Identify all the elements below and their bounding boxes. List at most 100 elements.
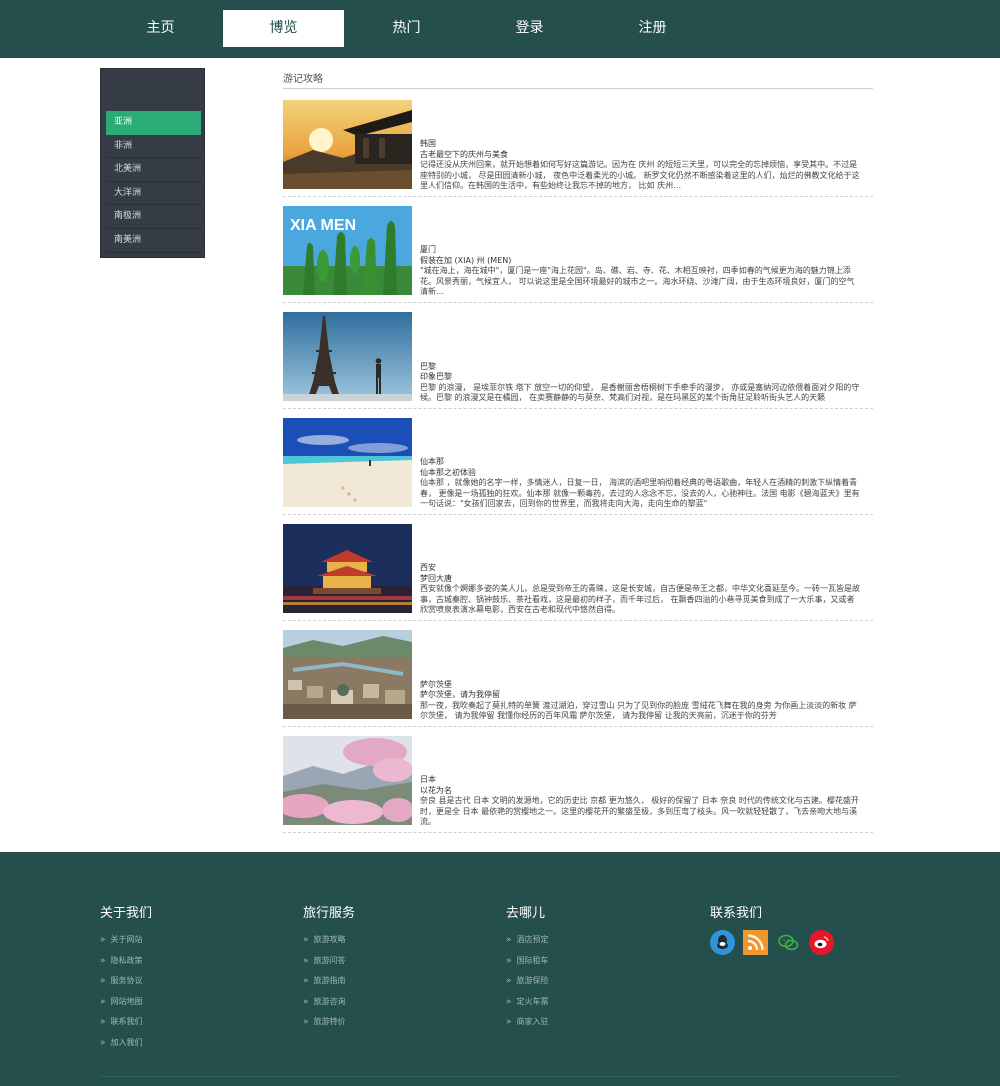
footer-link[interactable]: » 关于网站 — [100, 930, 152, 951]
double-chevron-right-icon: » — [100, 996, 106, 1007]
section-title: 游记攻略 — [283, 74, 323, 85]
sidebar-item-antarctica[interactable]: 南极洲 — [106, 205, 201, 229]
article-description: 奈良 县是古代 日本 文明的发源地，它的历史比 京都 更为悠久， 极好的保留了 … — [420, 796, 859, 827]
article-location: 西安 — [420, 563, 436, 573]
article-item[interactable]: 萨尔茨堡 萨尔茨堡，请为我停留 那一夜，我吹奏起了莫扎特的单簧 渡过湖泊，穿过雪… — [283, 630, 873, 727]
article-subtitle: 印象巴黎 — [420, 372, 452, 382]
article-description: 巴黎 的浪漫， 是埃菲尔铁 塔下 放空一切的仰望， 是香榭丽舍梧桐树下手牵手的漫… — [420, 382, 860, 403]
article-item[interactable]: 西安 梦回大唐 西安就像个婀娜多姿的美人儿，总是受到帝王的青睐，这是长安城，自古… — [283, 524, 873, 621]
article-subtitle: 古老最空下的庆州与美食 — [420, 149, 508, 159]
article-image-semporna[interactable] — [283, 418, 412, 507]
wechat-icon[interactable] — [776, 930, 801, 955]
nav-item-register[interactable]: 注册 — [592, 10, 713, 47]
nav-item-popular[interactable]: 热门 — [346, 10, 467, 47]
double-chevron-right-icon: » — [303, 996, 309, 1007]
footer-link[interactable]: » 加入我们 — [100, 1033, 152, 1054]
footer-column-contact: 联系我们 — [710, 902, 834, 955]
top-navigation: 主页 博览 热门 登录 注册 — [0, 0, 1000, 58]
continent-sidebar: 亚洲 非洲 北美洲 大洋洲 南极洲 南美洲 — [100, 68, 205, 258]
double-chevron-right-icon: » — [303, 955, 309, 966]
footer-column-title: 去哪儿 — [506, 906, 546, 921]
double-chevron-right-icon: » — [303, 1017, 309, 1027]
article-text: 西安 梦回大唐 西安就像个婀娜多姿的美人儿，总是受到帝王的青睐，这是长安城，自古… — [420, 563, 860, 616]
footer-column-title: 旅行服务 — [303, 906, 356, 921]
double-chevron-right-icon: » — [100, 955, 106, 966]
article-image-xian[interactable] — [283, 524, 412, 613]
sidebar-item-africa[interactable]: 非洲 — [106, 135, 201, 159]
double-chevron-right-icon: » — [506, 996, 512, 1007]
article-description: 那一夜，我吹奏起了莫扎特的单簧 渡过湖泊，穿过雪山 只为了见到你的脸庞 雪绒花飞… — [420, 700, 857, 721]
article-item[interactable]: 仙本那 仙本那之初体验 仙本那 ，就像她的名字一样，多情迷人，日复一日， 海滨的… — [283, 418, 873, 515]
article-image-salzburg[interactable] — [283, 630, 412, 719]
article-subtitle: 萨尔茨堡，请为我停留 — [420, 690, 500, 700]
article-subtitle: 假装在加 (XIA) 州 (MEN) — [420, 255, 512, 265]
footer-link[interactable]: » 旅游特价 — [303, 1012, 355, 1033]
footer-link[interactable]: » 旅游问答 — [303, 951, 355, 972]
nav-item-login[interactable]: 登录 — [469, 10, 590, 47]
sidebar-item-oceania[interactable]: 大洋洲 — [106, 182, 201, 206]
footer-link[interactable]: » 旅游攻略 — [303, 930, 355, 951]
article-description: 西安就像个婀娜多姿的美人儿，总是受到帝王的青睐，这是长安城，自古便是帝王之都，中… — [420, 584, 860, 615]
double-chevron-right-icon: » — [506, 976, 512, 986]
article-subtitle: 以花为名 — [420, 785, 452, 795]
article-text: 韩国 古老最空下的庆州与美食 记得还没从庆州回来，就开始想着如何写好这篇游记。因… — [420, 139, 860, 192]
double-chevron-right-icon: » — [100, 935, 106, 945]
article-location: 韩国 — [420, 139, 436, 149]
article-location: 日本 — [420, 775, 436, 785]
double-chevron-right-icon: » — [303, 935, 309, 945]
footer-link[interactable]: » 国际租车 — [506, 951, 549, 972]
double-chevron-right-icon: » — [303, 976, 309, 986]
article-item[interactable]: 巴黎 印象巴黎 巴黎 的浪漫， 是埃菲尔铁 塔下 放空一切的仰望， 是香榭丽舍梧… — [283, 312, 873, 409]
article-text: 仙本那 仙本那之初体验 仙本那 ，就像她的名字一样，多情迷人，日复一日， 海滨的… — [420, 457, 860, 510]
footer-link[interactable]: » 旅游保险 — [506, 971, 549, 992]
footer-column-title: 关于我们 — [100, 906, 153, 921]
article-item[interactable]: 日本 以花为名 奈良 县是古代 日本 文明的发源地，它的历史比 京都 更为悠久，… — [283, 736, 873, 833]
double-chevron-right-icon: » — [506, 1017, 512, 1027]
qq-icon[interactable] — [710, 930, 735, 955]
article-image-paris[interactable] — [283, 312, 412, 401]
footer-link[interactable]: » 网站地图 — [100, 992, 152, 1013]
article-text: 萨尔茨堡 萨尔茨堡，请为我停留 那一夜，我吹奏起了莫扎特的单簧 渡过湖泊，穿过雪… — [420, 680, 860, 722]
continent-list: 亚洲 非洲 北美洲 大洋洲 南极洲 南美洲 — [106, 111, 201, 253]
footer-link[interactable]: » 旅游指南 — [303, 971, 355, 992]
weibo-icon[interactable] — [809, 930, 834, 955]
article-subtitle: 仙本那之初体验 — [420, 467, 476, 477]
footer-link[interactable]: » 隐私政策 — [100, 951, 152, 972]
footer-link[interactable]: » 定火车票 — [506, 992, 549, 1013]
footer-column-destinations: 去哪儿 » 酒店预定 » 国际租车 » 旅游保险 » 定火车票 » 商家入驻 — [506, 902, 549, 1033]
footer-link[interactable]: » 酒店预定 — [506, 930, 549, 951]
article-description: "城在海上，海在城中"，厦门是一座"海上花园"。岛、礁、岩、寺、花、木相互映衬，… — [420, 266, 855, 297]
article-image-caption: XIA MEN — [290, 217, 356, 234]
article-item[interactable]: 韩国 古老最空下的庆州与美食 记得还没从庆州回来，就开始想着如何写好这篇游记。因… — [283, 100, 873, 197]
sidebar-item-asia[interactable]: 亚洲 — [106, 111, 201, 135]
sidebar-item-south-america[interactable]: 南美洲 — [106, 229, 201, 253]
site-footer: 关于我们 » 关于网站 » 隐私政策 » 服务协议 » 网站地图 » 联系我们 » 加入我们… — [0, 852, 1000, 1086]
article-image-xiamen[interactable]: XIA MEN — [283, 206, 412, 295]
footer-link[interactable]: » 联系我们 — [100, 1012, 152, 1033]
nav-item-browse[interactable]: 博览 — [223, 10, 344, 47]
nav-item-home[interactable]: 主页 — [100, 10, 221, 47]
footer-link[interactable]: » 商家入驻 — [506, 1012, 549, 1033]
double-chevron-right-icon: » — [100, 976, 106, 986]
footer-column-title: 联系我们 — [710, 906, 763, 921]
social-links — [710, 930, 834, 955]
double-chevron-right-icon: » — [100, 1037, 106, 1048]
footer-link[interactable]: » 服务协议 — [100, 971, 152, 992]
rss-icon[interactable] — [743, 930, 768, 955]
footer-link[interactable]: » 旅游咨询 — [303, 992, 355, 1013]
article-item[interactable]: XIA MEN 厦门 假装在加 (XIA) 州 (MEN) "城在海上，海在城中… — [283, 206, 873, 303]
double-chevron-right-icon: » — [506, 935, 512, 945]
article-location: 厦门 — [420, 245, 436, 255]
footer-column-services: 旅行服务 » 旅游攻略 » 旅游问答 » 旅游指南 » 旅游咨询 » 旅游特价 — [303, 902, 355, 1033]
article-location: 萨尔茨堡 — [420, 679, 452, 689]
article-description: 记得还没从庆州回来，就开始想着如何写好这篇游记。因为在 庆州 的短短三天里，可以… — [420, 160, 860, 191]
footer-column-about: 关于我们 » 关于网站 » 隐私政策 » 服务协议 » 网站地图 » 联系我们 » 加入我们 — [100, 902, 152, 1053]
article-subtitle: 梦回大唐 — [420, 573, 452, 583]
section-divider — [283, 88, 873, 89]
article-image-korea[interactable] — [283, 100, 412, 189]
article-description: 仙本那 ，就像她的名字一样，多情迷人，日复一日， 海滨的酒吧里响彻着经典的粤语歌… — [420, 478, 860, 509]
article-image-japan[interactable] — [283, 736, 412, 825]
article-location: 仙本那 — [420, 457, 444, 467]
sidebar-item-north-america[interactable]: 北美洲 — [106, 158, 201, 182]
double-chevron-right-icon: » — [100, 1017, 106, 1027]
